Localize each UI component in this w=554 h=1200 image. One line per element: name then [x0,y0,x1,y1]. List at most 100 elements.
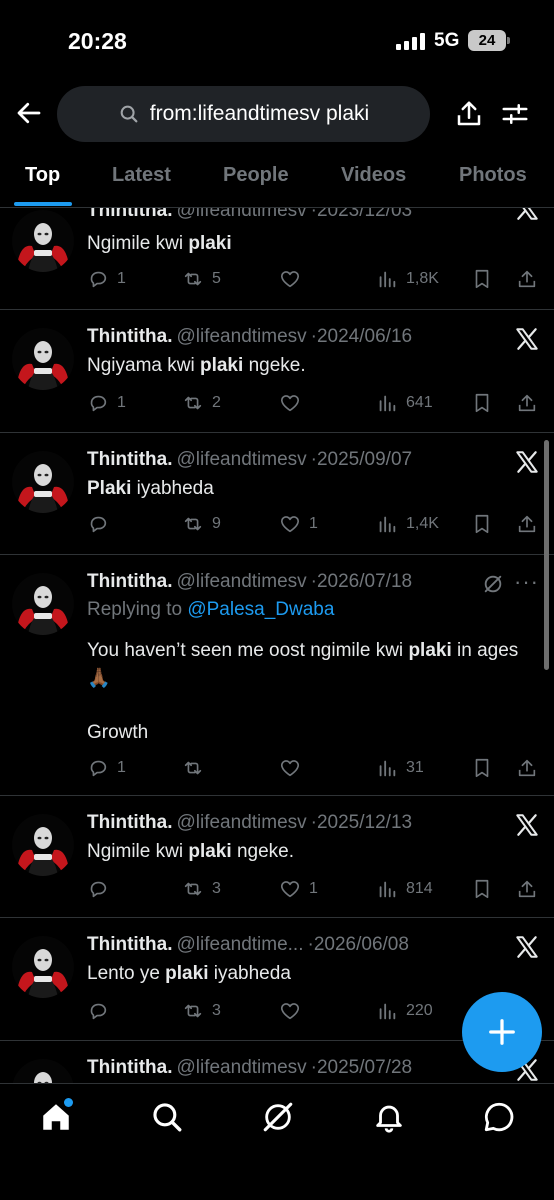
views-button[interactable]: 220 [376,1000,433,1022]
notifications-icon[interactable] [372,1100,406,1134]
author-name[interactable]: Thintitha. [87,571,172,592]
repost-button[interactable] [182,757,212,779]
repost-button[interactable]: 2 [182,392,221,414]
back-arrow-icon[interactable] [14,98,44,128]
share-button[interactable] [516,878,538,900]
reply-icon [87,392,109,414]
share-icon [516,513,538,535]
reply-button[interactable] [87,1000,117,1022]
tab-people[interactable]: People [223,164,289,187]
avatar[interactable] [12,210,74,272]
share-icon [516,268,538,290]
author-name[interactable]: Thintitha. [87,449,172,470]
author-name[interactable]: Thintitha. [87,208,172,221]
x-logo-icon [514,208,540,222]
views-icon [376,268,398,290]
messages-icon[interactable] [482,1100,516,1134]
results-feed: Thintitha. @lifeandtimesv ·2023/12/03 Ngim… [0,208,554,1083]
views-button[interactable]: 1,4K [376,513,439,535]
repost-icon [182,268,204,290]
search-input[interactable]: from:lifeandtimesv plaki [57,86,430,142]
tweet-actions: 1 31 [87,757,547,787]
author-handle: @lifeandtimesv [176,326,307,347]
bookmark-button[interactable] [471,268,493,290]
tweet-header: Thintitha. @lifeandtimesv ·2026/07/18 [87,571,413,592]
bookmark-button[interactable] [471,513,493,535]
repost-button[interactable]: 3 [182,1000,221,1022]
tab-top[interactable]: Top [25,164,60,187]
share-button[interactable] [516,268,538,290]
tweet-header: Thintitha. @lifeandtimesv ·2024/06/16 [87,326,413,347]
reply-button[interactable]: 1 [87,757,126,779]
views-button[interactable]: 1,8K [376,268,439,290]
tweet-header: Thintitha. @lifeandtimesv ·2025/07/28 [87,1057,413,1078]
views-button[interactable]: 31 [376,757,424,779]
filter-settings-icon[interactable] [500,99,530,129]
views-icon [376,392,398,414]
like-button[interactable] [279,392,309,414]
grok-nav-icon[interactable] [261,1100,295,1134]
tweet-date: 2025/12/13 [316,812,413,833]
like-button[interactable] [279,268,309,290]
author-name[interactable]: Thintitha. [87,326,172,347]
like-button[interactable]: 1 [279,878,318,900]
mention-link[interactable]: @Palesa_Dwaba [187,599,334,620]
author-name[interactable]: Thintitha. [87,812,172,833]
like-button[interactable] [279,757,309,779]
author-name[interactable]: Thintitha. [87,1057,172,1078]
like-button[interactable] [279,1000,309,1022]
reply-button[interactable]: 1 [87,392,126,414]
share-button[interactable] [516,513,538,535]
reply-button[interactable] [87,513,117,535]
avatar[interactable] [12,814,74,876]
like-button[interactable]: 1 [279,513,318,535]
signal-icon [396,32,425,50]
repost-button[interactable]: 3 [182,878,221,900]
tweet[interactable]: Thintitha. @lifeandtimesv ·2024/06/16 Ngiy… [0,310,554,433]
search-icon [120,105,138,123]
avatar[interactable] [12,573,74,635]
share-icon[interactable] [454,98,484,130]
reply-icon [87,268,109,290]
views-button[interactable]: 814 [376,878,433,900]
repost-icon [182,757,204,779]
reply-button[interactable] [87,878,117,900]
active-tab-indicator [14,202,72,206]
tweet-text: Plaki iyabheda [87,478,214,499]
repost-icon [182,392,204,414]
more-options-button[interactable]: ··· [514,569,539,595]
tweet[interactable]: Thintitha. @lifeandtimesv ·2023/12/03 Ngim… [0,208,554,310]
grok-icon[interactable] [482,573,504,595]
share-button[interactable] [516,392,538,414]
avatar[interactable] [12,451,74,513]
tab-latest[interactable]: Latest [112,164,171,187]
repost-icon [182,878,204,900]
tab-photos[interactable]: Photos [459,164,527,187]
tweet[interactable]: Thintitha. @lifeandtimesv ·2026/07/18 ··· … [0,555,554,796]
bookmark-button[interactable] [471,757,493,779]
views-icon [376,878,398,900]
share-button[interactable] [516,757,538,779]
search-nav-icon[interactable] [150,1100,184,1134]
tweet[interactable]: Thintitha. @lifeandtimesv ·2025/09/07 Plak… [0,433,554,555]
plus-icon [489,1019,515,1045]
avatar[interactable] [12,1059,74,1083]
scrollbar[interactable] [544,440,549,670]
bookmark-button[interactable] [471,878,493,900]
repost-button[interactable]: 5 [182,268,221,290]
reply-button[interactable]: 1 [87,268,126,290]
avatar[interactable] [12,328,74,390]
avatar[interactable] [12,936,74,998]
compose-button[interactable] [462,992,542,1072]
reply-icon [87,878,109,900]
tweet-actions: 1 5 1,8K [87,268,547,298]
tweet[interactable]: Thintitha. @lifeandtimesv ·2025/12/13 Ngim… [0,796,554,918]
author-name[interactable]: Thintitha. [87,934,172,955]
tweet-date: 2023/12/03 [316,208,413,221]
bottom-navigation [0,1083,554,1200]
tab-videos[interactable]: Videos [341,164,406,187]
repost-button[interactable]: 9 [182,513,221,535]
views-button[interactable]: 641 [376,392,433,414]
bookmark-button[interactable] [471,392,493,414]
tweet-date: 2026/07/18 [316,571,413,592]
